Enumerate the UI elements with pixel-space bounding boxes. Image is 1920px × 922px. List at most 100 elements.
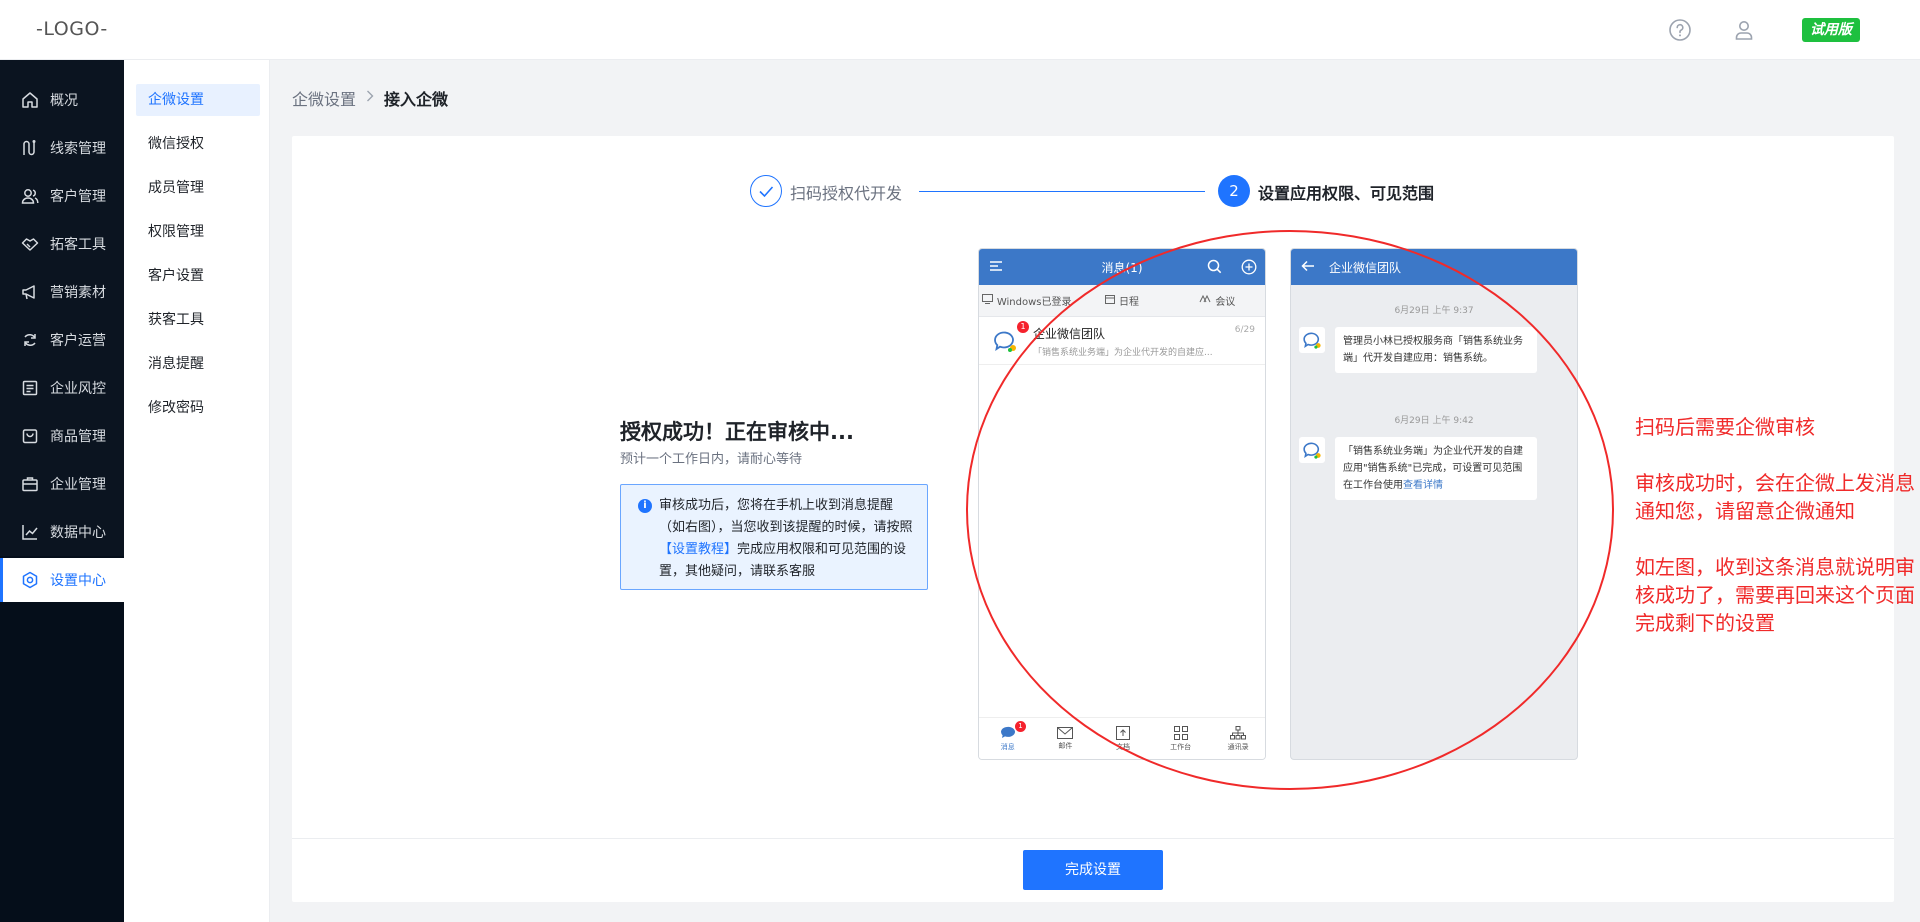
phone-nav-label: 邮件 <box>1058 741 1073 750</box>
phone-nav-docs: 文档 <box>1094 718 1152 759</box>
annotation-note-3: 如左图，收到这条消息就说明审核成功了，需要再回来这个页面完成剩下的设置 <box>1635 555 1915 635</box>
step-done-check-icon <box>750 175 782 207</box>
submenu-item-change-password[interactable]: 修改密码 <box>136 392 260 424</box>
step-2-label: 设置应用权限、可见范围 <box>1258 184 1435 203</box>
phone-tab-label: 会议 <box>1215 297 1236 308</box>
document-upload-icon <box>1115 725 1130 742</box>
unread-badge: 1 <box>1017 321 1029 333</box>
sidebar-item-label: 企业管理 <box>50 477 106 493</box>
sidebar-item-label: 概况 <box>50 93 78 109</box>
sidebar-item-label: 营销素材 <box>50 285 106 301</box>
wecom-chat-icon <box>1299 327 1325 353</box>
phone-bottom-nav: 1 消息 邮件 文档 工作台 通讯录 <box>979 717 1265 759</box>
help-icon[interactable] <box>1668 18 1692 42</box>
sidebar-item-operations[interactable]: 客户运营 <box>0 318 124 362</box>
phone-chat-header: 企业微信团队 <box>1291 249 1577 285</box>
phone-nav-messages: 1 消息 <box>979 718 1037 759</box>
notice-text: 审核成功后，您将在手机上收到消息提醒（如右图），当您收到该提醒的时候，请按照 <box>659 498 913 535</box>
phone-nav-label: 消息 <box>1000 742 1015 751</box>
submenu-item-acquisition-tools[interactable]: 获客工具 <box>136 304 260 336</box>
grid-icon <box>1173 725 1188 742</box>
logo[interactable]: -LOGO- <box>36 18 108 40</box>
submenu-item-wechat-auth[interactable]: 微信授权 <box>136 128 260 160</box>
submenu-item-customer-settings[interactable]: 客户设置 <box>136 260 260 292</box>
bag-icon <box>20 426 40 446</box>
document-icon <box>20 378 40 398</box>
phone-quick-tabs: Windows已登录 日程 会议 <box>979 285 1265 317</box>
chat-timestamp: 6月29日 上午 9:37 <box>1394 306 1474 316</box>
wecom-chat-icon <box>1299 437 1325 463</box>
chevron-right-icon <box>366 90 374 106</box>
phone-tab-schedule: 日程 <box>1074 293 1169 308</box>
phone-tab-meeting: 会议 <box>1170 293 1265 308</box>
message-date: 6/29 <box>1234 325 1255 335</box>
finish-setup-button[interactable]: 完成设置 <box>1023 850 1163 890</box>
info-icon: i <box>638 499 652 513</box>
phone-nav-contacts: 通讯录 <box>1209 718 1265 759</box>
chat-bubble-icon <box>1000 726 1016 742</box>
auth-status-subtitle: 预计一个工作日内，请耐心等待 <box>620 452 803 467</box>
chat-message: 「销售系统业务端」为企业代开发的自建应用"销售系统"已完成，可设置可见范围在工作… <box>1299 437 1537 500</box>
sidebar-item-label: 商品管理 <box>50 429 106 445</box>
trial-badge[interactable]: 试用版 <box>1802 18 1860 42</box>
info-notice: i 审核成功后，您将在手机上收到消息提醒（如右图），当您收到该提醒的时候，请按照… <box>620 484 928 590</box>
user-icon[interactable] <box>1732 18 1756 42</box>
step-1-label: 扫码授权代开发 <box>790 184 903 203</box>
top-header: -LOGO- 试用版 <box>0 0 1920 60</box>
chat-timestamp: 6月29日 上午 9:42 <box>1394 416 1474 426</box>
breadcrumb-parent[interactable]: 企微设置 <box>292 86 356 110</box>
annotation-note-1: 扫码后需要企微审核 <box>1635 415 1815 439</box>
add-circle-icon <box>1241 259 1257 278</box>
chat-title: 企业微信团队 <box>1329 261 1402 275</box>
submenu-item-wecom-settings[interactable]: 企微设置 <box>136 84 260 116</box>
sidebar-item-prospecting[interactable]: 拓客工具 <box>0 222 124 266</box>
setup-tutorial-link[interactable]: 【设置教程】 <box>659 542 737 557</box>
phone-nav-label: 工作台 <box>1170 742 1192 751</box>
handshake-icon <box>20 234 40 254</box>
submenu-item-notifications[interactable]: 消息提醒 <box>136 348 260 380</box>
sidebar-item-label: 客户运营 <box>50 333 106 349</box>
page-title: 接入企微 <box>384 90 449 109</box>
phone-nav-workbench: 工作台 <box>1152 718 1210 759</box>
sidebar-item-settings[interactable]: 设置中心 <box>0 558 124 602</box>
submenu-item-members[interactable]: 成员管理 <box>136 172 260 204</box>
phone-message-row: 1 企业微信团队 「销售系统业务端」为企业代开发的自建应... 6/29 <box>979 317 1265 365</box>
megaphone-icon <box>20 282 40 302</box>
sidebar-item-enterprise[interactable]: 企业管理 <box>0 462 124 506</box>
sidebar-item-leads[interactable]: 线索管理 <box>0 126 124 170</box>
sidebar-item-label: 客户管理 <box>50 189 106 205</box>
chat-message: 管理员小林已授权服务商「销售系统业务端」代开发自建应用：销售系统。 <box>1299 327 1537 373</box>
sidebar-item-label: 数据中心 <box>50 525 106 541</box>
sidebar-item-label: 拓客工具 <box>50 237 106 253</box>
submenu-item-permissions[interactable]: 权限管理 <box>136 216 260 248</box>
chat-bubble: 「销售系统业务端」为企业代开发的自建应用"销售系统"已完成，可设置可见范围在工作… <box>1335 437 1537 500</box>
annotation-note-2: 审核成功时，会在企微上发消息通知您，请留意企微通知 <box>1635 471 1915 523</box>
step-2-number: 2 <box>1218 175 1250 207</box>
phone-mockup-message-list: 消息(1) Windows已登录 日程 会议 1 企业微信团队 「销售系统业务端… <box>978 248 1266 760</box>
sidebar-item-marketing[interactable]: 营销素材 <box>0 270 124 314</box>
sidebar-item-data-center[interactable]: 数据中心 <box>0 510 124 554</box>
org-chart-icon <box>1230 725 1247 742</box>
phone-nav-mail: 邮件 <box>1037 718 1095 759</box>
phone-tab-label: 日程 <box>1118 297 1139 308</box>
wecom-chat-icon <box>991 327 1019 355</box>
sidebar-item-risk-control[interactable]: 企业风控 <box>0 366 124 410</box>
route-icon <box>20 138 40 158</box>
sidebar-item-overview[interactable]: 概况 <box>0 78 124 122</box>
view-details-link: 查看详情 <box>1403 480 1443 491</box>
message-sender: 企业微信团队 <box>1033 327 1106 341</box>
home-icon <box>20 90 40 110</box>
sidebar-item-customers[interactable]: 客户管理 <box>0 174 124 218</box>
monitor-icon <box>981 294 993 307</box>
back-arrow-icon <box>1301 260 1315 275</box>
step-connector <box>919 191 1205 192</box>
meeting-icon <box>1199 294 1211 307</box>
chart-line-icon <box>20 522 40 542</box>
sidebar-item-products[interactable]: 商品管理 <box>0 414 124 458</box>
phone-mockup-chat: 企业微信团队 6月29日 上午 9:37 管理员小林已授权服务商「销售系统业务端… <box>1290 248 1578 760</box>
settings-icon <box>20 570 40 590</box>
mail-icon <box>1057 726 1074 741</box>
nav-unread-badge: 1 <box>1015 721 1026 732</box>
users-icon <box>20 186 40 206</box>
auth-status-title: 授权成功！正在审核中... <box>620 420 854 444</box>
